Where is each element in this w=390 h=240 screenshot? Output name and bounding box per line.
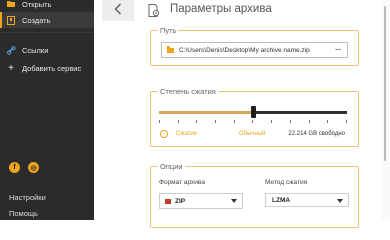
sidebar-item-label: Открыть (22, 0, 52, 9)
method-select[interactable]: LZMA (265, 193, 349, 207)
archive-icon (4, 15, 18, 25)
method-value: LZMA (272, 196, 291, 204)
compression-info-row: Сжатие Обычный 22.214 GB свободно (159, 129, 347, 139)
archive-settings-icon (148, 4, 160, 22)
compression-group: Степень сжатия Сжатие Обычный 22.214 GB … (150, 87, 359, 147)
browse-button[interactable]: ... (335, 45, 341, 52)
method-label: Метод сжатия (265, 179, 308, 186)
compression-level-label: Обычный (239, 131, 266, 137)
folder-open-icon (4, 0, 18, 8)
scrollbar-thumb[interactable] (384, 6, 386, 161)
free-space-text: 22.214 GB свободно (288, 131, 345, 137)
sidebar-item-create[interactable]: Создать (0, 12, 94, 28)
sidebar-item-label: Ссылки (22, 45, 49, 55)
options-legend: Опции (158, 162, 185, 171)
format-value: ZIP (175, 197, 186, 205)
path-value: C:\Users\Denis\Desktop\My archive name.z… (179, 46, 310, 54)
chevron-left-icon (114, 2, 122, 20)
folder-icon (167, 46, 174, 53)
sidebar-item-add-service[interactable]: + Добавить сервис (0, 60, 94, 76)
compression-slider-fill (159, 111, 253, 114)
compression-slider-thumb[interactable] (250, 106, 256, 118)
sidebar-divider (0, 32, 94, 33)
options-group: Опции Формат архива Метод сжатия ZIP LZM… (150, 162, 359, 228)
path-group: Путь C:\Users\Denis\Desktop\My archive n… (150, 26, 359, 66)
sidebar-item-links[interactable]: Ссылки (0, 42, 94, 58)
link-icon (4, 45, 18, 55)
path-legend: Путь (158, 26, 179, 35)
format-label: Формат архива (159, 179, 205, 186)
path-field[interactable]: C:\Users\Denis\Desktop\My archive name.z… (161, 42, 348, 58)
settings-link[interactable]: Настройки (9, 193, 46, 202)
sidebar-item-label: Создать (22, 15, 51, 25)
back-button[interactable] (102, 0, 134, 21)
compression-radio[interactable] (160, 130, 168, 138)
chevron-down-icon (337, 199, 343, 203)
sidebar-item-label: Добавить сервис (22, 63, 82, 73)
slider-ticks (159, 120, 347, 123)
format-select[interactable]: ZIP (159, 193, 243, 209)
compression-legend: Степень сжатия (158, 87, 218, 96)
facebook-icon[interactable]: f (9, 162, 20, 173)
help-link[interactable]: Помощь (9, 209, 38, 218)
compression-min-label: Сжатие (176, 131, 198, 137)
page-title: Параметры архива (170, 3, 272, 15)
zip-icon (165, 198, 171, 204)
sidebar-item-open[interactable]: Открыть (0, 0, 94, 12)
plus-icon: + (8, 62, 14, 74)
instagram-icon[interactable]: ◎ (28, 162, 39, 173)
chevron-down-icon (231, 199, 237, 203)
social-links: f ◎ (9, 162, 39, 173)
sidebar: Открыть Создать Ссылки + Добавить сервис… (0, 0, 94, 220)
